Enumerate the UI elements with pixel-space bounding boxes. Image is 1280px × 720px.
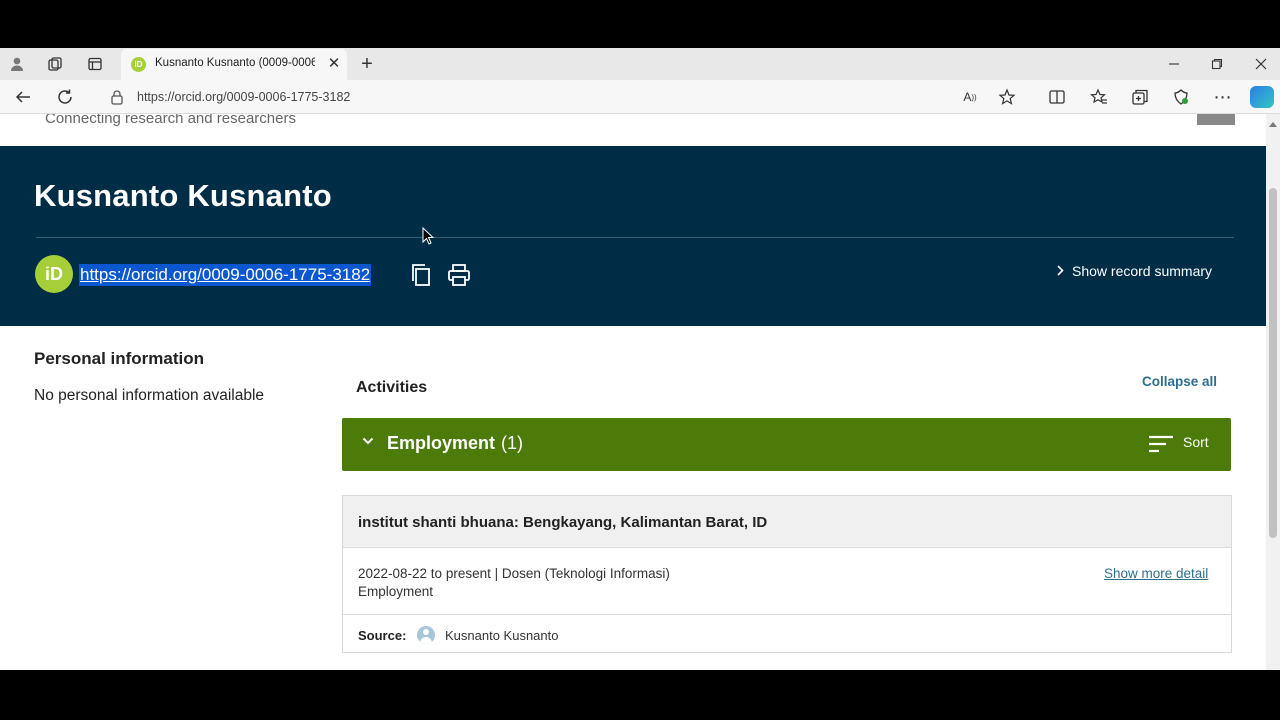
researcher-name: Kusnanto Kusnanto bbox=[34, 178, 332, 213]
favorite-star-icon[interactable] bbox=[996, 86, 1018, 108]
profile-icon[interactable] bbox=[7, 54, 27, 74]
browser-essentials-icon[interactable] bbox=[1170, 86, 1192, 108]
new-tab-icon[interactable]: + bbox=[356, 53, 378, 75]
tab-close-icon[interactable]: ✕ bbox=[325, 54, 343, 72]
chevron-right-icon bbox=[1056, 263, 1064, 279]
page-viewport: Connecting research and researchers Kusn… bbox=[0, 114, 1266, 670]
favorites-icon[interactable] bbox=[1088, 86, 1110, 108]
back-icon[interactable] bbox=[12, 86, 34, 108]
tab-title: Kusnanto Kusnanto (0009-0006- bbox=[155, 57, 315, 69]
employment-dates-role: 2022-08-22 to present | Dosen (Teknologi… bbox=[358, 566, 670, 581]
employment-count: (1) bbox=[501, 433, 524, 453]
lock-icon[interactable] bbox=[110, 89, 124, 105]
employment-section-header[interactable]: Employment (1) Sort bbox=[342, 418, 1231, 471]
orcid-url-link[interactable]: https://orcid.org/0009-0006-1775-3182 bbox=[79, 264, 372, 286]
source-name: Kusnanto Kusnanto bbox=[445, 628, 559, 643]
record-banner: Kusnanto Kusnanto iD https://orcid.org/0… bbox=[0, 146, 1266, 326]
orcid-id-icon: iD bbox=[35, 255, 73, 293]
sort-button[interactable]: Sort bbox=[1183, 434, 1209, 450]
header-button-fragment[interactable] bbox=[1197, 114, 1235, 125]
collections-icon[interactable] bbox=[1129, 86, 1151, 108]
refresh-icon[interactable] bbox=[54, 86, 76, 108]
page-scrollbar[interactable] bbox=[1266, 114, 1280, 670]
workspaces-icon[interactable] bbox=[45, 54, 65, 74]
employment-title: Employment (1) bbox=[387, 433, 523, 454]
show-record-summary-label: Show record summary bbox=[1072, 263, 1213, 279]
banner-divider bbox=[36, 237, 1234, 238]
personal-information-text: No personal information available bbox=[34, 387, 265, 404]
sort-icon[interactable] bbox=[1148, 434, 1174, 454]
employment-organization: institut shanti bhuana: Bengkayang, Kali… bbox=[358, 514, 768, 531]
copy-icon[interactable] bbox=[410, 263, 432, 287]
employment-title-label: Employment bbox=[387, 433, 496, 453]
letterbox-top bbox=[0, 0, 1280, 48]
browser-tab-active[interactable]: iD Kusnanto Kusnanto (0009-0006- ✕ bbox=[121, 49, 347, 80]
browser-tab-strip: iD Kusnanto Kusnanto (0009-0006- ✕ + bbox=[0, 48, 1280, 80]
personal-information-heading: Personal information bbox=[34, 349, 205, 368]
activities-heading: Activities bbox=[356, 379, 428, 396]
source-label: Source: bbox=[358, 628, 407, 643]
scrollbar-thumb[interactable] bbox=[1269, 188, 1277, 538]
browser-toolbar: https://orcid.org/0009-0006-1775-3182 A)… bbox=[0, 80, 1280, 114]
mouse-cursor-icon bbox=[422, 227, 434, 245]
address-bar[interactable]: https://orcid.org/0009-0006-1775-3182 bbox=[104, 83, 1024, 111]
employment-type: Employment bbox=[358, 584, 434, 599]
more-options-icon[interactable]: ⋯ bbox=[1212, 86, 1234, 108]
card-separator bbox=[343, 614, 1231, 615]
split-screen-icon[interactable] bbox=[1046, 86, 1068, 108]
user-avatar-icon bbox=[417, 626, 435, 644]
tab-actions-icon[interactable] bbox=[85, 54, 105, 74]
show-more-detail-link[interactable]: Show more detail bbox=[1104, 566, 1208, 581]
read-aloud-icon[interactable]: A)) bbox=[959, 86, 981, 108]
employment-item-header: institut shanti bhuana: Bengkayang, Kali… bbox=[343, 496, 1231, 548]
orcid-favicon-icon: iD bbox=[131, 57, 146, 72]
copilot-icon[interactable] bbox=[1250, 86, 1274, 108]
scroll-up-arrow-icon[interactable] bbox=[1269, 122, 1277, 127]
collapse-all-button[interactable]: Collapse all bbox=[1142, 374, 1217, 389]
close-window-icon[interactable] bbox=[1251, 54, 1271, 74]
minimize-icon[interactable] bbox=[1164, 54, 1184, 74]
site-tagline: Connecting research and researchers bbox=[45, 114, 296, 127]
letterbox-bottom bbox=[0, 670, 1280, 720]
url-text: https://orcid.org/0009-0006-1775-3182 bbox=[137, 90, 351, 104]
employment-item-card: institut shanti bhuana: Bengkayang, Kali… bbox=[342, 495, 1232, 653]
chevron-down-icon[interactable] bbox=[362, 434, 374, 450]
print-icon[interactable] bbox=[447, 263, 471, 287]
restore-icon[interactable] bbox=[1207, 54, 1227, 74]
show-record-summary-button[interactable]: Show record summary bbox=[1056, 263, 1212, 279]
